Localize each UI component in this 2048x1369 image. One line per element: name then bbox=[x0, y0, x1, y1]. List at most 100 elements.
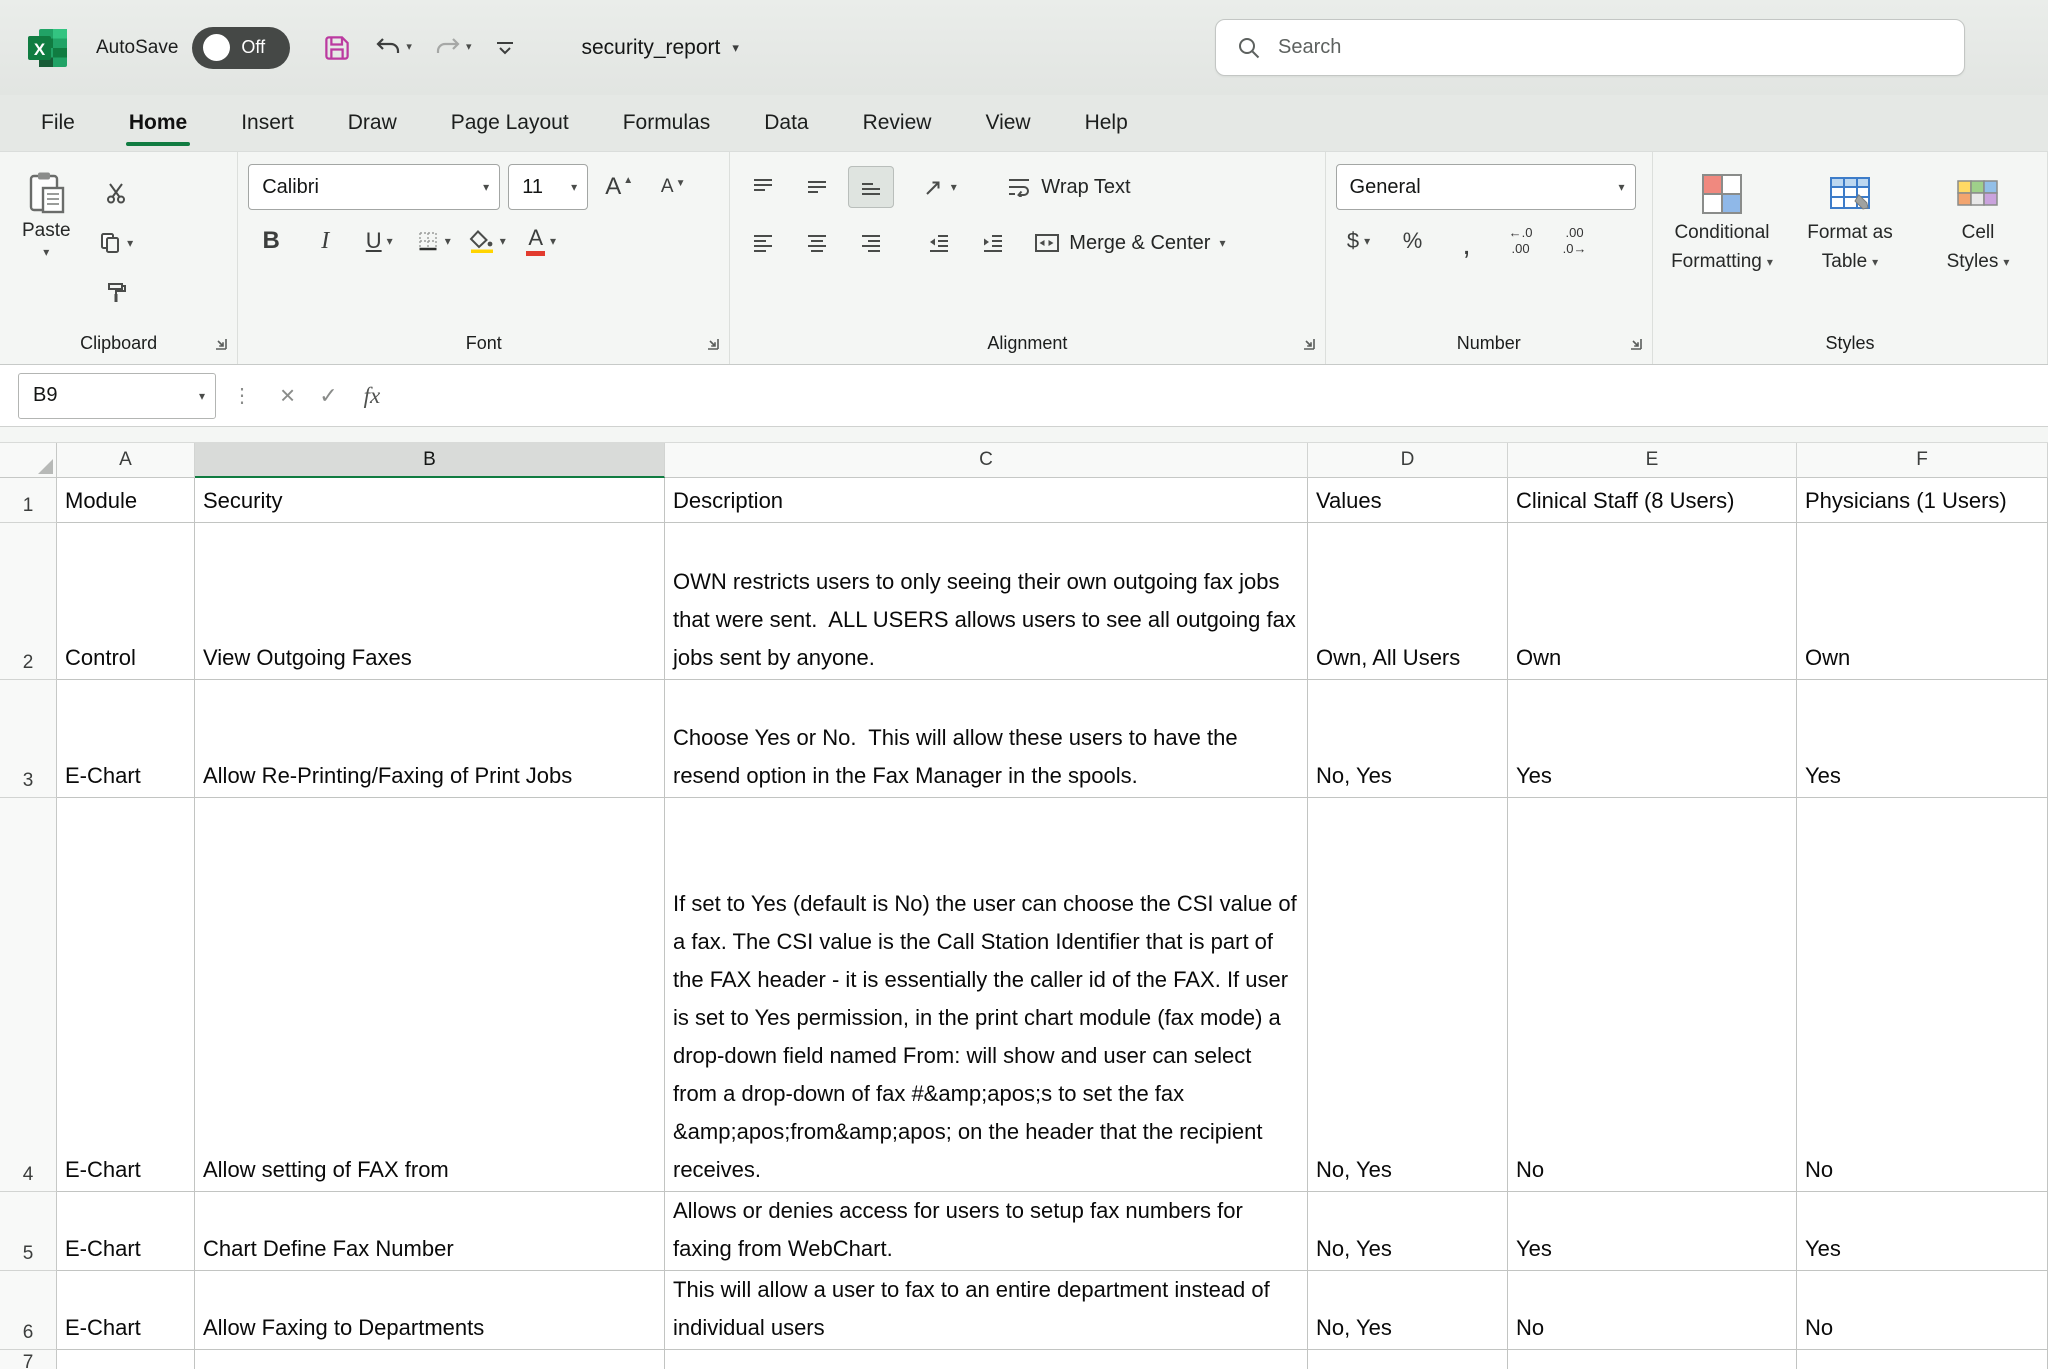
font-size-select[interactable]: 11 ▾ bbox=[508, 164, 588, 210]
cancel-icon[interactable]: × bbox=[280, 380, 295, 411]
cell-A1[interactable]: Module bbox=[57, 478, 195, 523]
cell-F3[interactable]: Yes bbox=[1797, 680, 2048, 798]
cell-C2[interactable]: OWN restricts users to only seeing their… bbox=[665, 523, 1308, 680]
customize-toolbar-button[interactable] bbox=[487, 30, 523, 66]
dialog-launcher-icon[interactable] bbox=[706, 337, 721, 352]
increase-font-size-button[interactable]: A▲ bbox=[596, 166, 642, 208]
conditional-formatting-button[interactable]: Conditional Formatting▾ bbox=[1663, 164, 1781, 327]
decrease-font-size-button[interactable]: A▼ bbox=[650, 166, 696, 208]
underline-button[interactable]: U ▾ bbox=[356, 220, 402, 262]
cell-F4[interactable]: No bbox=[1797, 798, 2048, 1192]
formula-bar-options-icon[interactable]: ⋮ bbox=[232, 383, 252, 408]
format-painter-button[interactable] bbox=[93, 272, 139, 314]
tab-page-layout[interactable]: Page Layout bbox=[424, 95, 596, 151]
row-header-2[interactable]: 2 bbox=[0, 523, 57, 680]
cell-A2[interactable]: Control bbox=[57, 523, 195, 680]
italic-button[interactable]: I bbox=[302, 220, 348, 262]
cell-A6[interactable]: E-Chart bbox=[57, 1271, 195, 1350]
merge-center-button[interactable]: Merge & Center ▾ bbox=[1026, 220, 1233, 266]
cell-C4[interactable]: If set to Yes (default is No) the user c… bbox=[665, 798, 1308, 1192]
format-as-table-button[interactable]: Format as Table▾ bbox=[1791, 164, 1909, 327]
cell-C6[interactable]: This will allow a user to fax to an enti… bbox=[665, 1271, 1308, 1350]
cell-F1[interactable]: Physicians (1 Users) bbox=[1797, 478, 2048, 523]
dialog-launcher-icon[interactable] bbox=[1629, 337, 1644, 352]
decrease-decimal-button[interactable]: .00 .0→ bbox=[1552, 220, 1598, 262]
copy-button[interactable]: ▾ bbox=[93, 222, 139, 264]
cell-B4[interactable]: Allow setting of FAX from bbox=[195, 798, 665, 1192]
accounting-format-button[interactable]: $ ▾ bbox=[1336, 220, 1382, 262]
number-format-select[interactable]: General ▾ bbox=[1336, 164, 1636, 210]
cell-F2[interactable]: Own bbox=[1797, 523, 2048, 680]
enter-icon[interactable]: ✓ bbox=[319, 383, 337, 409]
name-box[interactable]: B9 ▾ bbox=[18, 373, 216, 419]
cell-B5[interactable]: Chart Define Fax Number bbox=[195, 1192, 665, 1271]
column-header-E[interactable]: E bbox=[1508, 443, 1797, 478]
tab-home[interactable]: Home bbox=[102, 95, 214, 151]
autosave-toggle[interactable]: Off bbox=[192, 27, 290, 69]
row-header-4[interactable]: 4 bbox=[0, 798, 57, 1192]
cell-E1[interactable]: Clinical Staff (8 Users) bbox=[1508, 478, 1797, 523]
font-color-button[interactable]: A ▾ bbox=[518, 220, 564, 262]
cell-B3[interactable]: Allow Re-Printing/Faxing of Print Jobs bbox=[195, 680, 665, 798]
select-all-button[interactable] bbox=[0, 443, 57, 478]
cell-A4[interactable]: E-Chart bbox=[57, 798, 195, 1192]
column-header-A[interactable]: A bbox=[57, 443, 195, 478]
bottom-align-button[interactable] bbox=[848, 166, 894, 208]
tab-file[interactable]: File bbox=[14, 95, 102, 151]
cell-A7[interactable] bbox=[57, 1350, 195, 1369]
wrap-text-button[interactable]: Wrap Text bbox=[998, 164, 1138, 210]
cell-F7[interactable] bbox=[1797, 1350, 2048, 1369]
tab-review[interactable]: Review bbox=[836, 95, 959, 151]
column-header-C[interactable]: C bbox=[665, 443, 1308, 478]
increase-decimal-button[interactable]: ←.0 .00 bbox=[1498, 220, 1544, 262]
cell-D7[interactable] bbox=[1308, 1350, 1508, 1369]
cell-E7[interactable] bbox=[1508, 1350, 1797, 1369]
cell-E3[interactable]: Yes bbox=[1508, 680, 1797, 798]
middle-align-button[interactable] bbox=[794, 166, 840, 208]
dialog-launcher-icon[interactable] bbox=[1302, 337, 1317, 352]
undo-button[interactable]: ▾ bbox=[368, 29, 418, 67]
redo-button[interactable]: ▾ bbox=[428, 29, 478, 67]
row-header-3[interactable]: 3 bbox=[0, 680, 57, 798]
column-header-B[interactable]: B bbox=[195, 443, 665, 478]
tab-insert[interactable]: Insert bbox=[214, 95, 321, 151]
percent-style-button[interactable]: % bbox=[1390, 220, 1436, 262]
cell-A5[interactable]: E-Chart bbox=[57, 1192, 195, 1271]
cell-E6[interactable]: No bbox=[1508, 1271, 1797, 1350]
bold-button[interactable]: B bbox=[248, 220, 294, 262]
insert-function-button[interactable]: fx bbox=[364, 383, 381, 409]
cell-E2[interactable]: Own bbox=[1508, 523, 1797, 680]
top-align-button[interactable] bbox=[740, 166, 786, 208]
row-header-6[interactable]: 6 bbox=[0, 1271, 57, 1350]
cell-B6[interactable]: Allow Faxing to Departments bbox=[195, 1271, 665, 1350]
cell-C1[interactable]: Description bbox=[665, 478, 1308, 523]
tab-help[interactable]: Help bbox=[1058, 95, 1155, 151]
cell-B2[interactable]: View Outgoing Faxes bbox=[195, 523, 665, 680]
cell-C7[interactable] bbox=[665, 1350, 1308, 1369]
cell-C5[interactable]: Allows or denies access for users to set… bbox=[665, 1192, 1308, 1271]
document-title[interactable]: security_report ▾ bbox=[581, 36, 738, 60]
row-header-1[interactable]: 1 bbox=[0, 478, 57, 523]
comma-style-button[interactable]: , bbox=[1444, 220, 1490, 262]
tab-data[interactable]: Data bbox=[737, 95, 835, 151]
cell-D3[interactable]: No, Yes bbox=[1308, 680, 1508, 798]
cell-E4[interactable]: No bbox=[1508, 798, 1797, 1192]
formula-input[interactable] bbox=[394, 365, 2048, 426]
fill-color-button[interactable]: ▾ bbox=[464, 220, 510, 262]
decrease-indent-button[interactable] bbox=[916, 222, 962, 264]
borders-button[interactable]: ▾ bbox=[410, 220, 456, 262]
row-header-7[interactable]: 7 bbox=[0, 1350, 57, 1369]
cell-A3[interactable]: E-Chart bbox=[57, 680, 195, 798]
tab-view[interactable]: View bbox=[958, 95, 1057, 151]
paste-button[interactable]: Paste ▾ bbox=[10, 164, 83, 327]
cell-D5[interactable]: No, Yes bbox=[1308, 1192, 1508, 1271]
tab-draw[interactable]: Draw bbox=[321, 95, 424, 151]
column-header-F[interactable]: F bbox=[1797, 443, 2048, 478]
column-header-D[interactable]: D bbox=[1308, 443, 1508, 478]
cell-D1[interactable]: Values bbox=[1308, 478, 1508, 523]
excel-app-icon[interactable]: X bbox=[26, 26, 70, 70]
search-box[interactable]: Search bbox=[1215, 19, 1965, 76]
dialog-launcher-icon[interactable] bbox=[214, 337, 229, 352]
orientation-button[interactable]: ▾ bbox=[916, 166, 962, 208]
cell-styles-button[interactable]: Cell Styles▾ bbox=[1919, 164, 2037, 327]
